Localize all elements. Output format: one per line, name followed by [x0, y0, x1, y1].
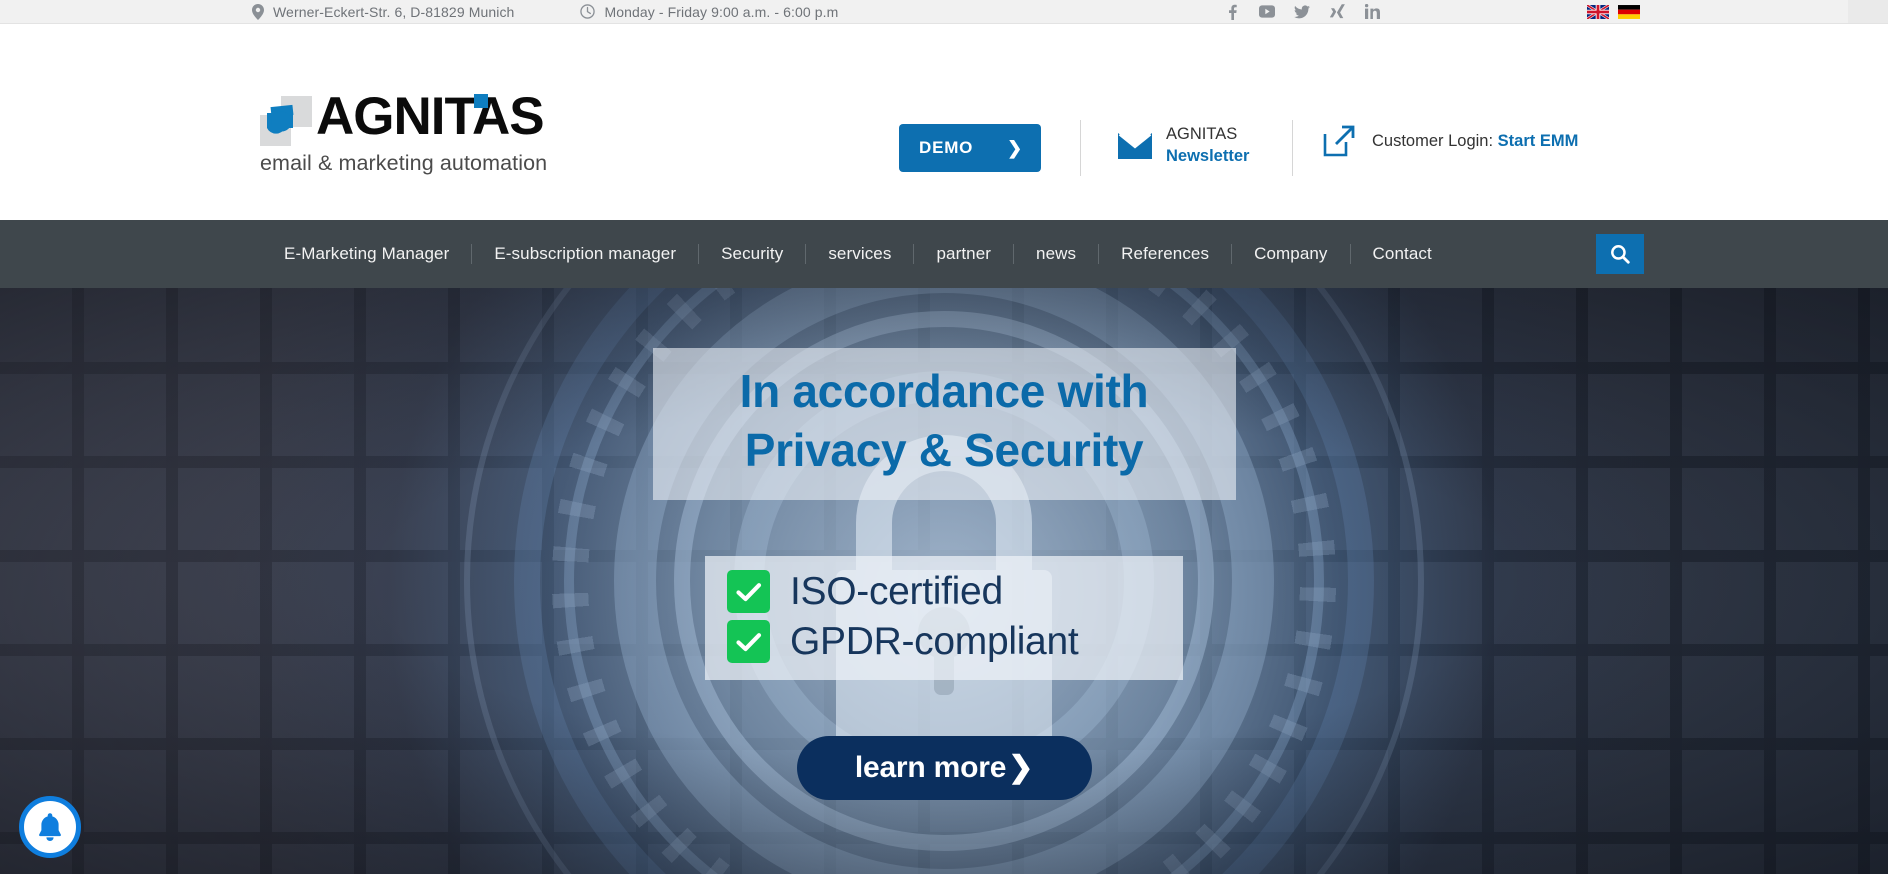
linkedin-icon[interactable] — [1364, 4, 1380, 20]
nav-list: E-Marketing Manager E-subscription manage… — [262, 220, 1454, 288]
logo-tagline: email & marketing automation — [260, 151, 548, 175]
flag-de[interactable] — [1618, 4, 1640, 19]
newsletter-link[interactable]: AGNITAS Newsletter — [1118, 124, 1249, 168]
hero-claim-text: GPDR-compliant — [790, 619, 1079, 663]
start-emm-link-text: Start EMM — [1497, 131, 1579, 150]
language-switcher — [1587, 0, 1640, 23]
nav-item-references[interactable]: References — [1099, 244, 1231, 264]
hero-headline-line-1: In accordance with — [739, 365, 1149, 417]
main-navigation: E-Marketing Manager E-subscription manage… — [0, 220, 1888, 288]
hero-claim-text: ISO-certified — [790, 569, 1003, 613]
nav-item-partner[interactable]: partner — [914, 244, 1013, 264]
nav-item-news[interactable]: news — [1014, 244, 1098, 264]
nav-item-e-marketing-manager[interactable]: E-Marketing Manager — [262, 244, 471, 264]
chevron-right-icon: ❯ — [1008, 751, 1034, 785]
opening-hours-block: Monday - Friday 9:00 a.m. - 6:00 p.m — [580, 0, 838, 23]
opening-hours-text: Monday - Friday 9:00 a.m. - 6:00 p.m — [604, 3, 839, 20]
site-logo[interactable]: AGNITAS email & marketing automation — [260, 88, 595, 175]
twitter-icon[interactable] — [1294, 4, 1310, 20]
logo-mark-icon — [260, 96, 312, 146]
facebook-icon[interactable] — [1224, 4, 1240, 20]
youtube-icon[interactable] — [1259, 4, 1275, 20]
hero-banner: In accordance with Privacy & Security IS… — [0, 288, 1888, 874]
newsletter-line-2: Newsletter — [1166, 146, 1250, 165]
notification-bell-button[interactable] — [19, 796, 81, 858]
flag-en[interactable] — [1587, 4, 1609, 19]
bell-icon — [39, 813, 61, 841]
customer-login-label: Customer Login: — [1372, 131, 1494, 150]
hero-headline: In accordance with Privacy & Security — [652, 348, 1236, 500]
hero-headline-line-2: Privacy & Security — [744, 423, 1144, 476]
envelope-icon — [1118, 132, 1152, 159]
clock-icon — [580, 4, 596, 19]
nav-item-company[interactable]: Company — [1232, 244, 1349, 264]
checkbox-checked-icon — [727, 620, 770, 664]
site-header: AGNITAS email & marketing automation DEM… — [0, 24, 1888, 220]
topbar-right-spacer — [1848, 0, 1888, 23]
hero-claim-item: GPDR-compliant — [727, 620, 1153, 664]
search-icon — [1611, 245, 1630, 264]
xing-icon[interactable] — [1329, 3, 1345, 20]
external-link-icon — [1323, 125, 1355, 157]
chevron-right-icon: ❯ — [1007, 137, 1023, 158]
nav-item-services[interactable]: services — [806, 244, 913, 264]
logo-wordmark: AGNITAS — [316, 87, 545, 146]
address-text: Werner-Eckert-Str. 6, D-81829 Munich — [273, 3, 515, 20]
newsletter-line-1: AGNITAS — [1166, 125, 1238, 143]
location-pin-icon — [252, 3, 264, 20]
header-divider-2 — [1292, 120, 1293, 176]
learn-more-label: learn more — [854, 750, 1007, 784]
demo-button[interactable]: DEMO ❯ — [899, 124, 1041, 172]
header-divider-1 — [1080, 120, 1081, 176]
hero-claims-list: ISO-certified GPDR-compliant — [705, 555, 1183, 680]
demo-button-label: DEMO — [919, 138, 974, 157]
nav-item-contact[interactable]: Contact — [1351, 244, 1454, 264]
checkbox-checked-icon — [727, 570, 770, 614]
customer-login-link[interactable]: Customer Login: Start EMM — [1322, 124, 1578, 158]
search-button[interactable] — [1596, 234, 1644, 274]
nav-item-e-subscription-manager[interactable]: E-subscription manager — [472, 244, 698, 264]
hero-claim-item: ISO-certified — [727, 570, 1153, 614]
nav-item-security[interactable]: Security — [699, 244, 805, 264]
learn-more-button[interactable]: learn more ❯ — [796, 735, 1092, 800]
social-links — [1224, 0, 1380, 23]
address-block: Werner-Eckert-Str. 6, D-81829 Munich — [252, 0, 514, 23]
logo-i-dot — [474, 94, 488, 108]
top-info-bar: Werner-Eckert-Str. 6, D-81829 Munich Mon… — [0, 0, 1888, 24]
